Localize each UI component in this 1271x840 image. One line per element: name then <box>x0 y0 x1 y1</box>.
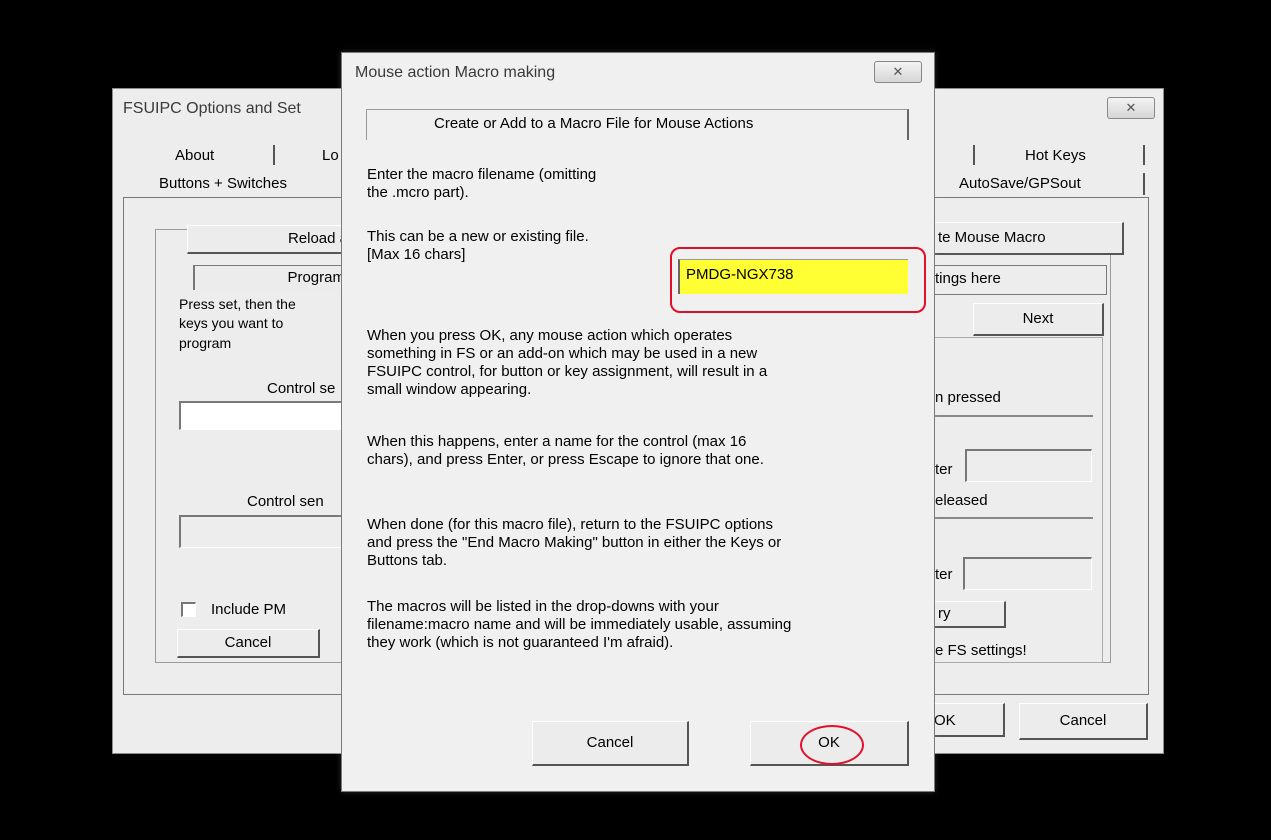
create-mouse-macro-button[interactable]: te Mouse Macro <box>933 222 1124 255</box>
parameter-label-2: ter <box>935 566 953 583</box>
control-sent-field[interactable] <box>179 401 352 430</box>
next-button-label: Next <box>1022 310 1054 327</box>
include-pm-label: Include PM <box>211 601 287 618</box>
when-released-label: eleased <box>935 492 988 509</box>
cancel-button-bg[interactable]: Cancel <box>1019 703 1148 740</box>
paragraph-happens-line-2: chars), and press Enter, or press Escape… <box>367 451 764 468</box>
paragraph-ok-line-4: small window appearing. <box>367 381 532 398</box>
include-pm-checkbox[interactable] <box>181 602 196 617</box>
tab-about[interactable]: About <box>175 147 214 164</box>
ok-button-bg-label: OK <box>934 712 956 729</box>
reload-button-label: Reload a <box>287 230 348 247</box>
control-sent-release-field[interactable] <box>179 515 352 548</box>
cancel-button-left-label: Cancel <box>224 634 272 651</box>
cancel-button-left[interactable]: Cancel <box>177 629 320 658</box>
dialog-title: Mouse action Macro making <box>355 64 556 81</box>
program-button-label: Program <box>287 269 345 286</box>
tab-logging[interactable]: Lo <box>322 147 339 164</box>
tab-divider <box>273 145 275 165</box>
reload-button[interactable]: Reload a <box>187 225 354 254</box>
tab-autosave-gpsout[interactable]: AutoSave/GPSout <box>959 175 1081 192</box>
tab-divider <box>973 145 975 165</box>
close-icon: ✕ <box>1125 100 1137 115</box>
press-set-text-1: Press set, then the <box>179 296 296 312</box>
tab-buttons-switches[interactable]: Buttons + Switches <box>159 175 287 192</box>
program-button[interactable]: Program <box>193 265 349 290</box>
dialog-close-button[interactable]: ✕ <box>874 61 922 83</box>
retry-button-label: ry <box>938 605 951 622</box>
paragraph-done-line-3: Buttons tab. <box>367 552 448 569</box>
close-icon: ✕ <box>892 64 904 79</box>
paragraph-ok-line-1: When you press OK, any mouse action whic… <box>367 327 733 344</box>
parameter-field-2[interactable] <box>963 557 1092 590</box>
tab-divider <box>1143 145 1145 165</box>
parameter-field-1[interactable] <box>965 449 1092 482</box>
dialog-cancel-label: Cancel <box>586 734 634 751</box>
paragraph-done-line-1: When done (for this macro file), return … <box>367 516 774 533</box>
annotation-circle-ok <box>800 725 864 765</box>
parameter-label-1: ter <box>935 461 953 478</box>
divider-line <box>929 415 1093 417</box>
control-sent-release-label: Control sen <box>247 493 324 510</box>
window-title: FSUIPC Options and Set <box>123 100 301 117</box>
enter-filename-text-1: Enter the macro filename (omitting <box>367 166 597 183</box>
dialog-heading: Create or Add to a Macro File for Mouse … <box>434 115 754 132</box>
dialog-cancel-button[interactable]: Cancel <box>532 721 689 766</box>
mouse-macro-dialog: Mouse action Macro making ✕ Create or Ad… <box>341 52 935 792</box>
press-set-text-3: program <box>179 335 232 351</box>
paragraph-listed-line-2: filename:macro name and will be immediat… <box>367 616 792 633</box>
annotation-circle-filename <box>670 247 926 313</box>
fs-settings-label: e FS settings! <box>935 642 1027 659</box>
paragraph-ok-line-3: FSUIPC control, for button or key assign… <box>367 363 768 380</box>
new-or-existing-text-1: This can be a new or existing file. <box>367 228 589 245</box>
cancel-button-bg-label: Cancel <box>1059 712 1107 729</box>
create-mouse-macro-label: te Mouse Macro <box>938 229 1046 246</box>
tab-divider <box>1143 173 1145 195</box>
control-sent-label: Control se <box>267 380 336 397</box>
close-button[interactable]: ✕ <box>1107 97 1155 119</box>
paragraph-done-line-2: and press the "End Macro Making" button … <box>367 534 782 551</box>
press-set-text-2: keys you want to <box>179 315 284 331</box>
paragraph-ok-line-2: something in FS or an add-on which may b… <box>367 345 758 362</box>
next-button[interactable]: Next <box>973 303 1104 336</box>
retry-button[interactable]: ry <box>931 601 1006 628</box>
when-pressed-label: n pressed <box>935 389 1001 406</box>
settings-here-label: tings here <box>935 270 1001 287</box>
tab-hot-keys[interactable]: Hot Keys <box>1025 147 1086 164</box>
max-chars-text: [Max 16 chars] <box>367 246 466 263</box>
enter-filename-text-2: the .mcro part). <box>367 184 469 201</box>
divider-line <box>929 517 1093 519</box>
paragraph-listed-line-3: they work (which is not guaranteed I'm a… <box>367 634 674 651</box>
paragraph-happens-line-1: When this happens, enter a name for the … <box>367 433 747 450</box>
paragraph-listed-line-1: The macros will be listed in the drop-do… <box>367 598 719 615</box>
